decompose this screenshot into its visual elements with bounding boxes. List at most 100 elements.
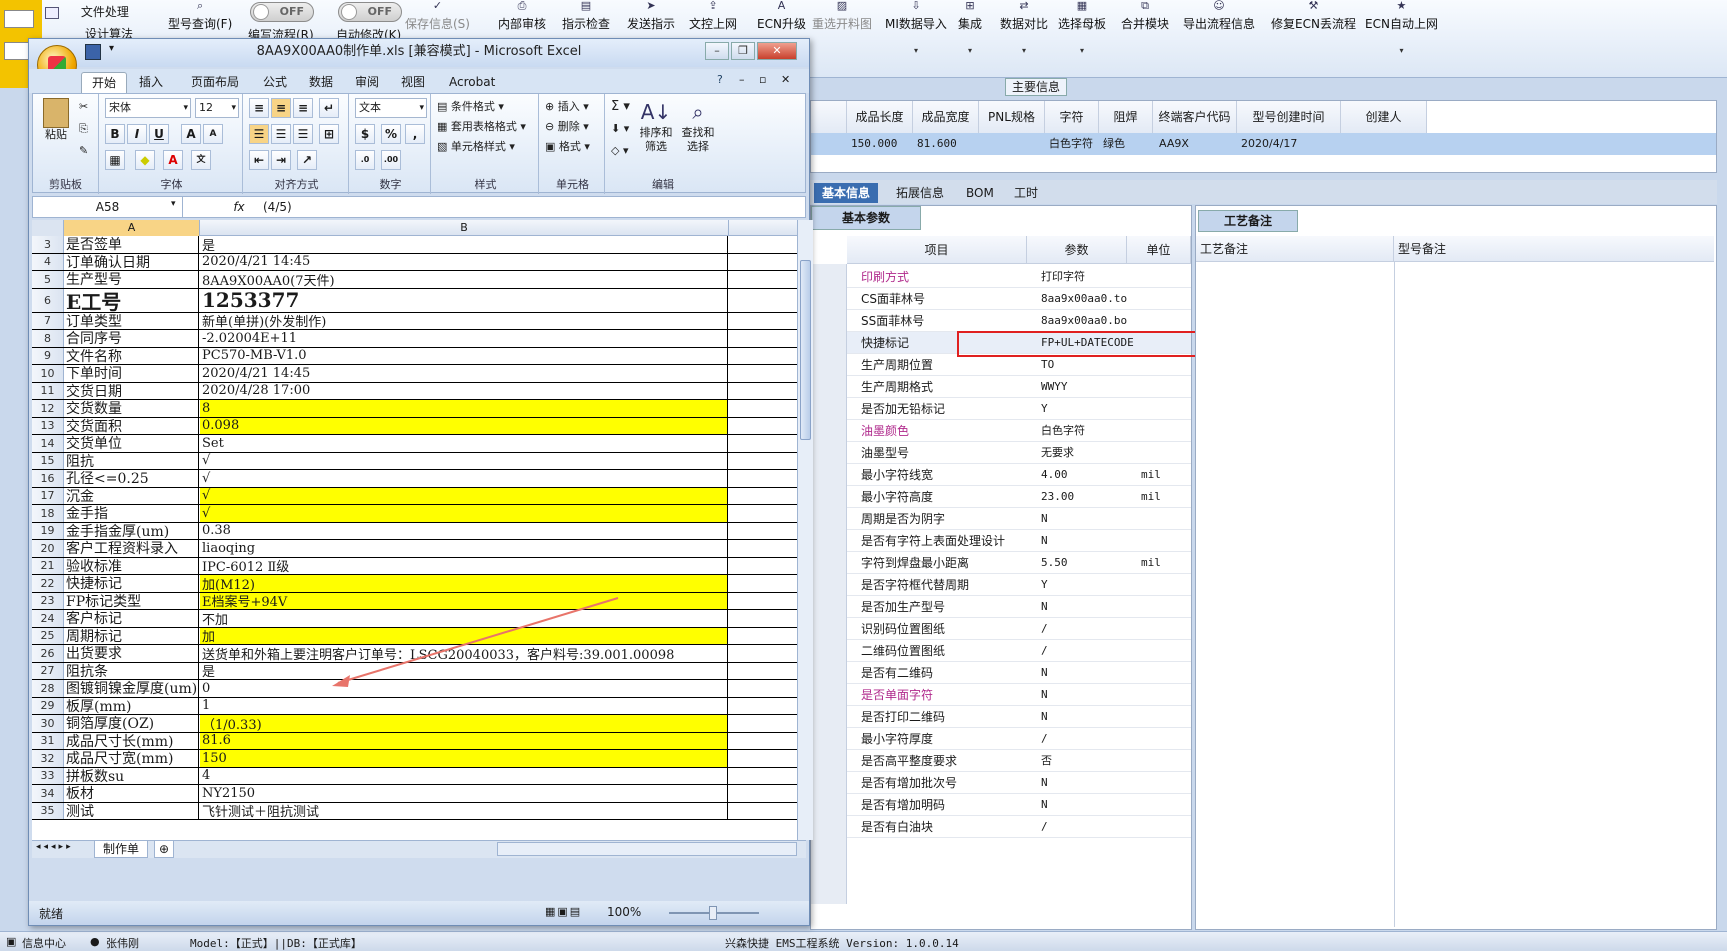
param-value[interactable]: 否 (1041, 750, 1052, 772)
paste-button[interactable]: 粘贴 (39, 98, 73, 142)
grid-cell-4[interactable]: 绿色 (1103, 133, 1157, 155)
ribbon-tab-2[interactable]: 页面布局 (181, 72, 249, 93)
param-value[interactable]: N (1041, 684, 1048, 706)
param-row[interactable]: 生产周期位置 TO (847, 354, 1191, 376)
grid-cell-6[interactable]: 2020/4/17 (1241, 133, 1345, 155)
param-value[interactable]: 5.50 (1041, 552, 1068, 574)
param-row[interactable]: 周期是否为阴字 N (847, 508, 1191, 530)
wrap-text-icon[interactable]: ↵ (319, 98, 339, 118)
param-value[interactable]: Y (1041, 574, 1048, 596)
merge-center-icon[interactable]: ⊞ (319, 124, 339, 144)
fill-color-icon[interactable]: ◆ (135, 150, 155, 170)
param-value[interactable]: 无要求 (1041, 442, 1074, 464)
italic-button[interactable]: I (127, 124, 147, 144)
param-row[interactable]: 二维码位置图纸 / (847, 640, 1191, 662)
vertical-scrollbar[interactable] (797, 220, 813, 840)
toolbar-btn-10[interactable]: ⇄ 数据对比 ▾ (1000, 0, 1048, 74)
autosum-icon[interactable]: Σ ▾ (611, 98, 630, 116)
param-row[interactable]: 是否有字符上表面处理设计 N (847, 530, 1191, 552)
bold-button[interactable]: B (105, 124, 125, 144)
lower-tab-2[interactable]: BOM (958, 183, 1002, 203)
toolbar-btn-14[interactable]: ⚒ 修复ECN丢流程 (1271, 0, 1356, 74)
lower-tab-1[interactable]: 拓展信息 (888, 183, 952, 203)
menu-file-processing[interactable]: 文件处理 (45, 2, 129, 22)
lower-tab-3[interactable]: 工时 (1006, 183, 1046, 203)
toggle-write-process[interactable]: OFF (250, 2, 314, 22)
toggle-auto-modify[interactable]: OFF (338, 2, 402, 22)
format-cells-button[interactable]: ▣ 格式 ▾ (545, 138, 590, 156)
ribbon-tab-4[interactable]: 数据 (299, 72, 343, 93)
format-as-table-button[interactable]: ▦ 套用表格格式 ▾ (437, 118, 526, 136)
param-row[interactable]: 油墨型号 无要求 (847, 442, 1191, 464)
help-icon[interactable]: ? (717, 73, 723, 86)
param-value[interactable]: N (1041, 772, 1048, 794)
grid-cell-5[interactable]: AA9X (1159, 133, 1243, 155)
delete-cells-button[interactable]: ⊖ 删除 ▾ (545, 118, 589, 136)
ribbon-minimize-icon[interactable]: – (739, 73, 745, 86)
formula-input[interactable]: (4/5) (263, 197, 292, 217)
param-value[interactable]: 8aa9x00aa0.to (1041, 288, 1127, 310)
param-row[interactable]: SS面菲林号 8aa9x00aa0.bo (847, 310, 1191, 332)
param-row[interactable]: 是否字符框代替周期 Y (847, 574, 1191, 596)
horizontal-scrollbar[interactable] (497, 842, 797, 856)
font-size-select[interactable]: 12 ▾ (195, 98, 239, 118)
grid-cell-0[interactable]: 150.000 (851, 133, 917, 155)
param-header-0[interactable]: 项目 (847, 236, 1027, 264)
comma-icon[interactable]: , (405, 124, 425, 144)
ribbon-restore-icon[interactable]: ▫ (759, 73, 766, 86)
param-value[interactable]: 4.00 (1041, 464, 1068, 486)
align-left-icon[interactable]: ☰ (249, 124, 269, 144)
param-value[interactable]: Y (1041, 398, 1048, 420)
restore-button[interactable]: ❐ (731, 42, 755, 60)
param-value[interactable]: N (1041, 706, 1048, 728)
param-row[interactable]: 是否有增加批次号 N (847, 772, 1191, 794)
grid-header-7[interactable]: 创建人 (1341, 101, 1427, 133)
grid-cell-2[interactable] (983, 133, 1049, 155)
underline-button[interactable]: U (149, 124, 169, 144)
align-center-icon[interactable]: ☰ (271, 124, 291, 144)
font-color-icon[interactable]: A (163, 150, 183, 170)
param-value[interactable]: WWYY (1041, 376, 1068, 398)
grid-header-3[interactable]: 字符 (1045, 101, 1099, 133)
decrease-indent-icon[interactable]: ⇤ (249, 150, 269, 170)
ribbon-close-icon[interactable]: ✕ (781, 73, 790, 86)
toolbar-btn-15[interactable]: ★ ECN自动上网 ▾ (1365, 0, 1438, 74)
grow-font-icon[interactable]: A (181, 124, 201, 144)
grid-cell-1[interactable]: 81.600 (917, 133, 983, 155)
font-name-select[interactable]: 宋体 ▾ (105, 98, 191, 118)
lower-tab-0[interactable]: 基本信息 (814, 183, 879, 203)
increase-indent-icon[interactable]: ⇥ (271, 150, 291, 170)
param-value[interactable]: TO (1041, 354, 1054, 376)
currency-icon[interactable]: $ (355, 124, 375, 144)
param-value[interactable]: N (1041, 508, 1048, 530)
cell-styles-button[interactable]: ▧ 单元格样式 ▾ (437, 138, 515, 156)
param-value[interactable]: N (1041, 596, 1048, 618)
toolbar-btn-11[interactable]: ▦ 选择母板 ▾ (1058, 0, 1106, 74)
orientation-icon[interactable]: ↗ (297, 150, 317, 170)
param-value[interactable]: N (1041, 530, 1048, 552)
param-row[interactable]: 是否有二维码 N (847, 662, 1191, 684)
param-header-1[interactable]: 参数 (1027, 236, 1127, 264)
param-row[interactable]: 最小字符线宽 4.00 mil (847, 464, 1191, 486)
app-icon[interactable] (4, 10, 34, 28)
param-row[interactable]: 是否加无铅标记 Y (847, 398, 1191, 420)
param-value[interactable]: / (1041, 816, 1048, 838)
clear-icon[interactable]: ◇ ▾ (611, 142, 628, 160)
param-row[interactable]: 最小字符高度 23.00 mil (847, 486, 1191, 508)
align-middle-icon[interactable]: ≡ (271, 98, 291, 118)
scroll-thumb[interactable] (800, 260, 811, 440)
qat-dropdown-icon[interactable]: ▾ (109, 43, 114, 54)
toolbar-btn-8[interactable]: ⇩ MI数据导入 ▾ (885, 0, 947, 74)
borders-icon[interactable]: ▦ (105, 150, 125, 170)
view-mode-icons[interactable]: ▦▣▤ (545, 905, 582, 918)
grid-header-0[interactable]: 成品长度 (847, 101, 913, 133)
param-value[interactable]: N (1041, 794, 1048, 816)
copy-icon[interactable]: ⎘ (79, 120, 88, 138)
ribbon-tab-6[interactable]: 视图 (391, 72, 435, 93)
grid-header-1[interactable]: 成品宽度 (913, 101, 979, 133)
excel-title-bar[interactable]: 8AA9X00AA0制作单.xls [兼容模式] - Microsoft Exc… (29, 39, 809, 67)
param-row[interactable]: 是否打印二维码 N (847, 706, 1191, 728)
sort-filter-button[interactable]: A↓ 排序和筛选 (637, 98, 675, 154)
decrease-decimal-icon[interactable]: .00 (381, 150, 401, 170)
zoom-level[interactable]: 100% (607, 905, 641, 919)
